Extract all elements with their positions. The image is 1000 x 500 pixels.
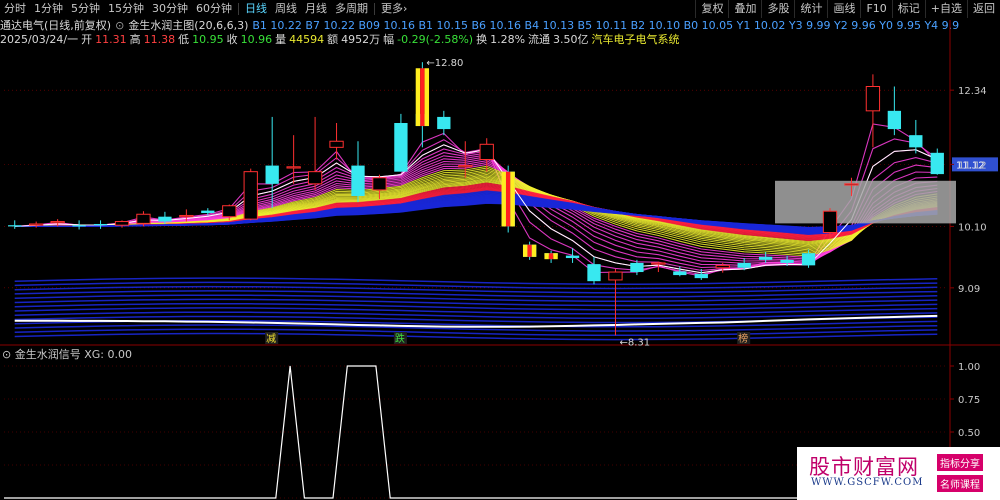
- candle-body: [372, 177, 387, 191]
- candle-body: [286, 166, 301, 169]
- signal-bar-stripe: [415, 68, 421, 127]
- signal-glyph: 减: [266, 333, 276, 345]
- candle-body: [565, 255, 580, 259]
- signal-bar-stripe: [420, 68, 425, 127]
- candle-body: [844, 183, 859, 186]
- candle-body: [265, 165, 279, 184]
- watermark-tag-1: 指标分享: [937, 454, 983, 471]
- watermark-tag-2: 名师课程: [937, 475, 983, 492]
- candle-body: [114, 221, 130, 226]
- candle-body: [351, 165, 365, 196]
- candle-body: [29, 223, 44, 226]
- candle: [930, 148, 944, 175]
- candle-body: [758, 256, 773, 260]
- candle-body: [930, 152, 944, 175]
- signal-bar-stripe: [544, 253, 549, 260]
- candle-body: [329, 140, 344, 148]
- signal-bar-stripe: [553, 253, 558, 260]
- high-price-label: ←12.80: [426, 58, 463, 69]
- candle-body: [587, 264, 601, 282]
- signal-bar-stripe: [531, 244, 537, 257]
- watermark: 股市财富网 WWW.GSCFW.COM 指标分享 名师课程: [797, 447, 1000, 500]
- candle-body: [8, 225, 22, 227]
- candle: [694, 269, 708, 280]
- candle-body: [801, 253, 816, 266]
- candle-body: [307, 171, 323, 185]
- candle-body: [437, 116, 451, 130]
- signal-bar: [544, 253, 558, 260]
- candle-body: [608, 271, 623, 281]
- candle: [243, 168, 258, 221]
- candle-body: [673, 271, 687, 276]
- signal-bar: [501, 171, 515, 227]
- candle: [865, 74, 881, 148]
- signal-panel-icon[interactable]: ⊙: [2, 348, 11, 361]
- ribbon-floor-line: [14, 332, 938, 341]
- candle-body: [158, 216, 172, 222]
- y-tick-label: 11.12: [958, 160, 987, 171]
- signal-y-tick-label: 0.50: [958, 428, 980, 439]
- y-tick-label: 12.34: [958, 86, 987, 97]
- signal-bar-stripe: [548, 253, 554, 260]
- signal-bar-stripe: [501, 171, 506, 227]
- signal-panel-title: ⊙ 金生水润信号 XG: 0.00: [2, 348, 132, 362]
- candle-body: [887, 110, 902, 130]
- signal-bar-stripe: [510, 171, 515, 227]
- candle-body: [715, 264, 730, 269]
- candle-body: [694, 273, 708, 279]
- y-tick-label: 10.10: [958, 222, 987, 233]
- candle-body: [822, 210, 838, 233]
- candle: [93, 220, 108, 229]
- candle-body: [630, 262, 644, 273]
- candle: [329, 123, 344, 160]
- candle-body: [222, 205, 237, 218]
- candle: [565, 248, 580, 263]
- candle: [437, 110, 451, 136]
- signal-bar-stripe: [424, 68, 430, 127]
- candle-body: [909, 135, 923, 148]
- candle-body: [651, 262, 666, 265]
- signal-value: XG: 0.00: [84, 348, 132, 361]
- candle: [307, 116, 323, 190]
- candle-body: [479, 143, 494, 161]
- candle-body: [865, 86, 881, 112]
- signal-indicator-name: 金生水润信号: [14, 348, 81, 361]
- signal-glyph: 跌: [395, 332, 405, 345]
- signal-bar-stripe: [527, 244, 532, 257]
- signal-bar: [522, 244, 537, 257]
- signal-y-tick-label: 1.00: [958, 362, 980, 373]
- candle: [909, 119, 923, 154]
- low-price-label: ←8.31: [619, 337, 650, 348]
- candle-body: [50, 221, 65, 224]
- candle-body: [201, 210, 215, 214]
- candle-body: [243, 171, 258, 220]
- y-tick-label: 9.09: [958, 284, 980, 295]
- signal-bar: [415, 68, 430, 127]
- candle-body: [458, 165, 473, 168]
- candle: [351, 141, 365, 203]
- grid: [0, 20, 1000, 500]
- candle-body: [737, 262, 751, 268]
- candle-body: [394, 123, 408, 172]
- signal-bar-stripe: [522, 244, 528, 257]
- signal-glyph: 榜: [738, 332, 748, 345]
- signal-bar-stripe: [505, 171, 511, 227]
- chart-canvas: ←12.80←8.3111.12减跌榜 9.0910.1011.1212.34 …: [0, 20, 1000, 500]
- candle: [887, 86, 902, 136]
- candle-body: [72, 225, 86, 227]
- candle: [8, 220, 22, 229]
- candle-body: [93, 223, 108, 226]
- signal-y-tick-label: 0.75: [958, 395, 980, 406]
- candle-body: [136, 213, 151, 224]
- pressure-zone: [775, 180, 956, 224]
- candle: [394, 113, 408, 172]
- watermark-url: WWW.GSCFW.COM: [811, 477, 924, 488]
- candle-body: [780, 259, 794, 263]
- candle-body: [179, 214, 194, 218]
